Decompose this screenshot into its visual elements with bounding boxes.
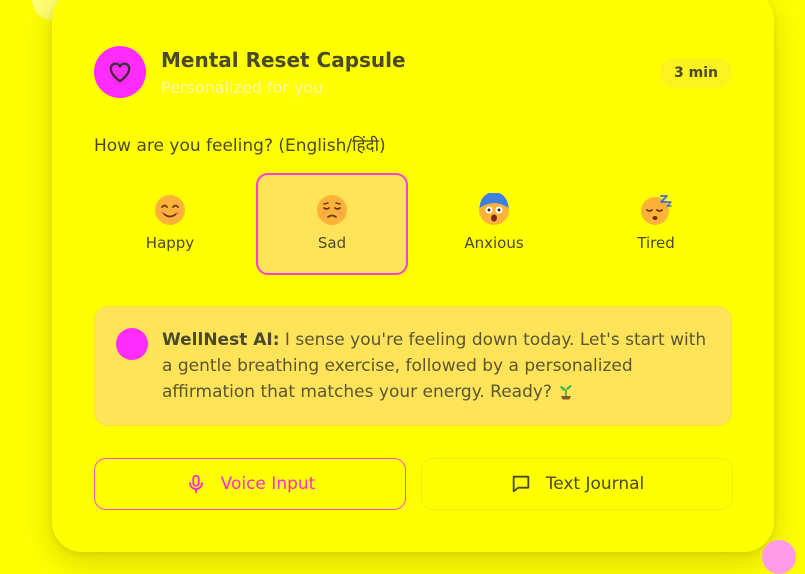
- mood-label: Anxious: [464, 234, 524, 252]
- mood-option-tired[interactable]: Tired: [580, 173, 732, 275]
- duration-badge: 3 min: [660, 58, 732, 88]
- smiling-face-icon: [155, 195, 185, 225]
- mood-label: Sad: [317, 234, 347, 252]
- ai-avatar: [116, 328, 148, 360]
- mood-option-sad[interactable]: Sad: [256, 173, 408, 275]
- capsule-avatar: [94, 46, 146, 98]
- voice-input-button[interactable]: Voice Input: [94, 458, 406, 510]
- ai-message: WellNest AI: I sense you're feeling down…: [162, 327, 718, 405]
- page-title: Mental Reset Capsule: [161, 48, 406, 72]
- microphone-icon: [188, 474, 203, 494]
- sleepy-face-icon: [641, 195, 672, 225]
- decorative-circle-bottom: [762, 540, 796, 574]
- page-subtitle: Personalized for you: [161, 78, 324, 97]
- mood-question: How are you feeling? (English/हिंदी): [94, 136, 386, 156]
- mood-selector: Happy Sad Anxious Tired: [94, 173, 734, 275]
- ai-message-panel: WellNest AI: I sense you're feeling down…: [94, 306, 732, 426]
- anxious-face-icon: [479, 193, 509, 225]
- mood-option-anxious[interactable]: Anxious: [418, 173, 570, 275]
- heart-icon: [109, 62, 131, 83]
- sad-face-icon: [317, 195, 347, 225]
- voice-input-label: Voice Input: [220, 474, 316, 494]
- text-journal-button[interactable]: Text Journal: [421, 458, 733, 510]
- capsule-header: Mental Reset Capsule Personalized for yo…: [94, 46, 734, 100]
- seedling-icon: [560, 385, 573, 400]
- ai-name: WellNest AI:: [162, 330, 280, 350]
- text-journal-label: Text Journal: [545, 474, 645, 494]
- chat-bubble-icon: [512, 475, 529, 493]
- mood-option-happy[interactable]: Happy: [94, 173, 246, 275]
- mood-label: Tired: [637, 234, 675, 252]
- mood-label: Happy: [145, 234, 195, 252]
